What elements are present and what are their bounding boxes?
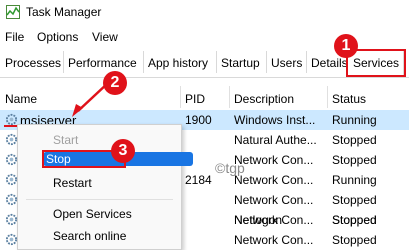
menu-file[interactable]: File	[5, 30, 24, 44]
row-description: Network Con...	[234, 233, 314, 247]
row-description: Network Con...	[234, 173, 314, 187]
row-status: Running	[332, 113, 377, 127]
menu-item-stop[interactable]: Stop	[46, 152, 71, 166]
column-name[interactable]: Name	[5, 92, 37, 106]
tab-services-label: Services	[353, 56, 400, 70]
tab-performance[interactable]: Performance	[68, 56, 137, 70]
row-description: Network Con...	[234, 193, 314, 207]
row-description: Windows Inst...	[234, 113, 316, 127]
row-status: Stopped	[332, 133, 377, 147]
tab-app-history[interactable]: App history	[148, 56, 208, 70]
tab-divider	[306, 51, 307, 73]
row-pid: 1900	[185, 113, 212, 127]
tab-processes[interactable]: Processes	[5, 56, 61, 70]
step-badge-1: 1	[334, 34, 358, 58]
tab-divider	[143, 51, 144, 73]
step-badge-2: 2	[103, 71, 127, 95]
menu-view[interactable]: View	[92, 30, 118, 44]
window-title: Task Manager	[26, 5, 102, 19]
table-header: Name PID Description Status	[0, 87, 409, 109]
watermark: ©tgp	[215, 160, 245, 176]
tab-startup[interactable]: Startup	[221, 56, 260, 70]
step-badge-3: 3	[111, 139, 135, 163]
row-pid: 2184	[185, 173, 212, 187]
column-divider	[229, 86, 230, 108]
tab-users[interactable]: Users	[271, 56, 302, 70]
context-menu: Start Stop Restart Open Services Search …	[17, 124, 193, 250]
row-status: Running	[332, 173, 377, 187]
row-status: Stopped	[332, 233, 377, 247]
menu-item-start[interactable]: Start	[53, 133, 78, 147]
column-divider	[180, 86, 181, 108]
column-pid[interactable]: PID	[185, 92, 205, 106]
row-status: Stopped	[332, 153, 377, 167]
menu-item-search-online[interactable]: Search online	[53, 229, 126, 243]
column-divider	[327, 86, 328, 108]
menu-item-restart[interactable]: Restart	[53, 176, 92, 190]
row-status: Stopped	[332, 213, 377, 227]
column-status[interactable]: Status	[332, 92, 366, 106]
row-status: Stopped	[332, 193, 377, 207]
tab-details[interactable]: Details	[311, 56, 348, 70]
menu-options[interactable]: Options	[37, 30, 78, 44]
tab-divider	[266, 51, 267, 73]
row-description: Natural Authe...	[234, 133, 317, 147]
row-description: Netlogon	[234, 213, 283, 227]
task-manager-icon	[6, 5, 20, 19]
title-bar: Task Manager	[0, 0, 409, 26]
tab-divider	[216, 51, 217, 73]
column-description[interactable]: Description	[234, 92, 294, 106]
menu-separator	[26, 199, 173, 200]
menu-item-open-services[interactable]: Open Services	[53, 207, 132, 221]
tab-divider	[63, 51, 64, 73]
row-description: Network Con...	[234, 153, 314, 167]
